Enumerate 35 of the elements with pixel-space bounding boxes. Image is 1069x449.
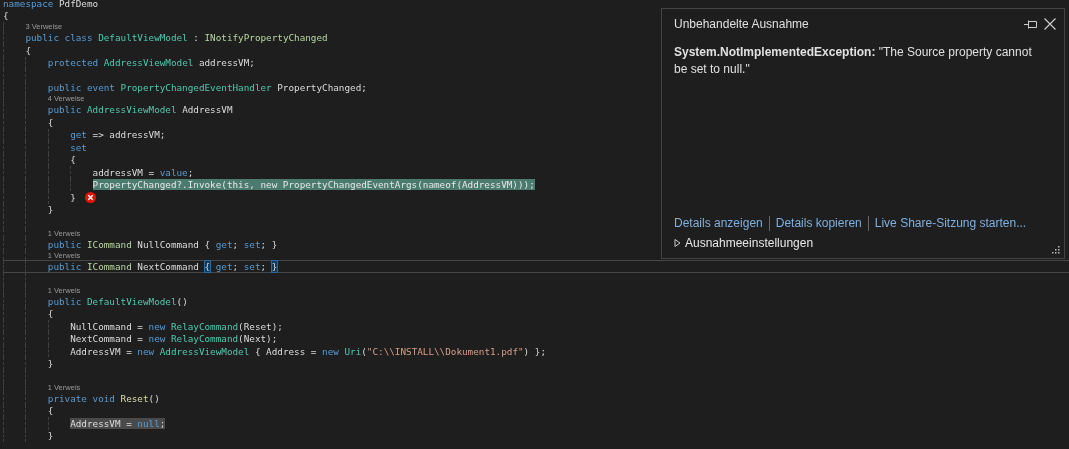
code-line: public ICommand NullCommand { get; set; } [47, 239, 278, 251]
exception-message: System.NotImplementedException: "The Source property cannot be set to null." [674, 44, 1033, 78]
code-line: { [25, 44, 31, 56]
code-line: public class DefaultViewModel : INotifyPropertyChanged [25, 32, 328, 44]
code-line: } [47, 204, 54, 216]
pin-icon[interactable] [1024, 19, 1037, 29]
code-line: public DefaultViewModel() [47, 295, 188, 307]
code-line: AddressVM = new AddressViewModel { Address = new Uri("C:\\INSTALL\\Dokument1.pdf") }; [70, 345, 546, 357]
code-line: public AddressViewModel AddressVM [47, 104, 233, 116]
code-line: } [47, 430, 54, 442]
code-line: public event PropertyChangedEventHandler PropertyChanged; [47, 82, 367, 94]
code-line: NullCommand = new RelayCommand(Reset); [70, 320, 283, 332]
popup-link[interactable]: Details kopieren [775, 216, 862, 230]
resize-grip-icon[interactable] [1050, 244, 1060, 254]
code-line: addressVM = value; [92, 166, 194, 178]
code-line: private void Reset() [47, 392, 160, 404]
code-line: public ICommand NextCommand { get; set; } [47, 261, 278, 273]
code-line: } [47, 358, 54, 370]
code-line: protected AddressViewModel addressVM; [47, 57, 255, 69]
close-icon[interactable] [1044, 18, 1056, 30]
popup-link[interactable]: Details anzeigen [674, 216, 763, 230]
code-line: { [47, 308, 54, 320]
code-line: { [70, 154, 76, 166]
popup-link[interactable]: Live Share-Sitzung starten... [874, 216, 1027, 230]
popup-title: Unbehandelte Ausnahme [674, 17, 810, 31]
code-line: { [47, 405, 54, 417]
exception-settings-toggle[interactable]: Ausnahmeeinstellungen [674, 236, 814, 250]
code-line: { [3, 10, 9, 22]
code-line: set [70, 141, 87, 153]
code-line: { [47, 116, 54, 128]
code-line: } [70, 191, 76, 203]
code-line: namespace PdfDemo [3, 0, 99, 9]
code-line: NextCommand = new RelayCommand(Next); [70, 333, 278, 345]
code-line: get => addressVM; [70, 129, 166, 141]
triangle-icon [674, 239, 681, 247]
